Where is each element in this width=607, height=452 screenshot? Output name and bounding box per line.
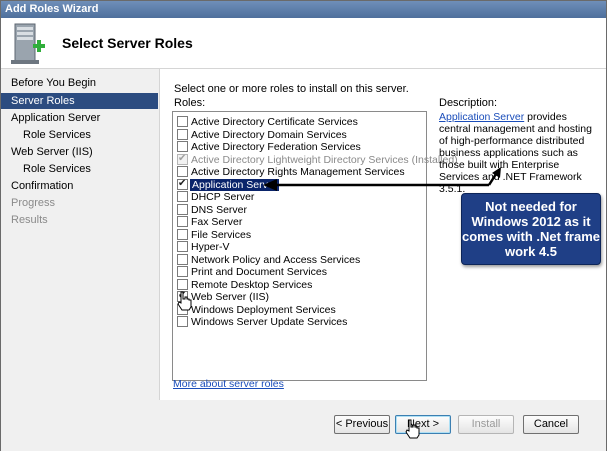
role-checkbox[interactable] — [177, 266, 188, 277]
nav-item-server-roles[interactable]: Server Roles — [1, 93, 158, 109]
install-button: Install — [458, 415, 514, 434]
role-checkbox[interactable] — [177, 203, 188, 215]
add-roles-wizard-window: Add Roles Wizard Select Server Roles Bef… — [0, 0, 607, 451]
next-button[interactable]: Next > — [395, 415, 451, 434]
role-checkbox[interactable] — [177, 166, 188, 177]
role-checkbox[interactable] — [177, 316, 188, 327]
wizard-header: Select Server Roles — [1, 18, 606, 69]
description-label: Description: — [439, 97, 498, 109]
role-checkbox[interactable] — [177, 303, 188, 315]
role-checkbox[interactable] — [177, 290, 188, 302]
role-checkbox[interactable] — [177, 128, 188, 140]
more-about-roles-link[interactable]: More about server roles — [173, 378, 284, 390]
nav-item-web-role-services[interactable]: Role Services — [1, 161, 158, 177]
instruction-text: Select one or more roles to install on t… — [174, 83, 409, 95]
nav-item-app-role-services[interactable]: Role Services — [1, 127, 158, 143]
role-checkbox[interactable] — [177, 191, 188, 202]
roles-label: Roles: — [174, 97, 206, 109]
role-checkbox[interactable] — [177, 253, 188, 265]
role-checkbox[interactable] — [177, 116, 188, 127]
description-body: provides central management and hosting … — [439, 111, 592, 195]
role-checkbox[interactable] — [177, 241, 188, 252]
nav-item-progress: Progress — [11, 197, 56, 209]
nav-item-confirmation[interactable]: Confirmation — [1, 178, 158, 194]
nav-item-web-server[interactable]: Web Server (IIS) — [1, 144, 158, 160]
page-title: Select Server Roles — [62, 35, 193, 51]
previous-button[interactable]: < Previous — [334, 415, 390, 434]
cancel-button[interactable]: Cancel — [523, 415, 579, 434]
nav-item-application-server[interactable]: Application Server — [1, 110, 158, 126]
server-add-icon — [11, 23, 45, 64]
role-description: Application Server provides central mana… — [439, 111, 601, 195]
nav-item-results: Results — [11, 214, 48, 226]
role-checkbox[interactable] — [177, 141, 188, 152]
wizard-nav: Before You Begin Server Roles Applicatio… — [1, 69, 158, 451]
annotation-callout: Not needed for Windows 2012 as it comes … — [461, 193, 601, 265]
role-checkbox — [177, 153, 188, 165]
window-title: Add Roles Wizard — [1, 1, 606, 18]
role-checkbox[interactable] — [177, 216, 188, 227]
role-checkbox[interactable] — [177, 278, 188, 290]
nav-item-before-you-begin[interactable]: Before You Begin — [1, 75, 158, 91]
wizard-footer: < Previous Next > Install Cancel — [1, 400, 606, 451]
role-checkbox[interactable] — [177, 228, 188, 240]
role-checkbox[interactable] — [177, 178, 188, 190]
description-link[interactable]: Application Server — [439, 111, 524, 123]
roles-list[interactable]: Active Directory Certificate Services Ac… — [172, 111, 458, 381]
